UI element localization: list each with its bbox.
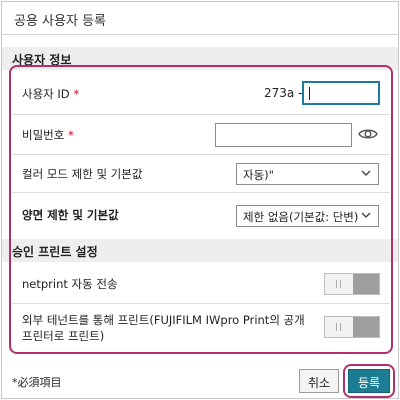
required-mark: * [73,87,80,101]
password-input[interactable] [215,123,352,147]
section-header-approval-print: 승인 프린트 설정 [2,239,398,262]
user-id-row: 사용자 ID * 273a - [12,70,390,115]
dialog-title: 공용 사용자 등록 [14,14,106,29]
password-row: 비밀번호 * [12,115,390,155]
user-id-label-text: 사용자 ID [22,87,70,101]
toggle-track [325,317,353,337]
toggle-track [325,274,353,294]
register-button[interactable]: 등록 [348,369,390,393]
external-tenant-label: 외부 테넌트를 통해 프린트(FUJIFILM IWpro Print의 공개 … [22,312,305,344]
netprint-toggle[interactable] [324,273,380,295]
toggle-thumb [353,317,379,337]
chevron-down-icon [361,170,371,176]
section-header-user-info: 사용자 정보 [2,47,398,70]
color-mode-row: 컬러 모드 제한 및 기본값 자동)" [12,155,390,193]
external-tenant-label-line2: 프린터로 프린트) [22,329,105,343]
color-mode-value: 자동)" [243,168,274,182]
duplex-select[interactable]: 제한 없음(기본값: 단변) [236,205,379,227]
text-cursor [309,87,310,100]
eye-icon[interactable] [358,126,378,142]
section-title-approval-print: 승인 프린트 설정 [12,245,98,259]
user-id-label: 사용자 ID * [22,86,79,102]
password-label: 비밀번호 * [22,127,74,143]
netprint-label: netprint 자동 전송 [22,277,118,291]
required-mark: * [67,128,74,142]
dialog-titlebar: 공용 사용자 등록 [2,2,398,35]
password-label-text: 비밀번호 [22,128,65,142]
duplex-row: 양면 제한 및 기본값 제한 없음(기본값: 단변) [12,193,390,235]
user-id-input[interactable] [302,81,380,105]
section-title-user-info: 사용자 정보 [12,53,72,67]
color-mode-select[interactable]: 자동)" [236,163,379,185]
external-tenant-label-line1: 외부 테넌트를 통해 프린트(FUJIFILM IWpro Print의 공개 [22,313,305,327]
required-note: *必須項目 [12,376,62,389]
user-registration-dialog: 공용 사용자 등록 사용자 정보 사용자 ID * 273a - 비밀번호 * … [1,1,399,399]
external-tenant-row: 외부 테넌트를 통해 프린트(FUJIFILM IWpro Print의 공개 … [12,304,390,350]
chevron-down-icon [361,212,371,218]
netprint-row: netprint 자동 전송 [12,264,390,304]
color-mode-label: 컬러 모드 제한 및 기본값 [22,167,143,181]
duplex-value: 제한 없음(기본값: 단변) [243,210,359,224]
external-tenant-toggle[interactable] [324,316,380,338]
toggle-thumb [353,274,379,294]
cancel-button[interactable]: 취소 [299,369,339,393]
user-id-prefix: 273a - [264,86,303,100]
duplex-label: 양면 제한 및 기본값 [22,208,119,222]
